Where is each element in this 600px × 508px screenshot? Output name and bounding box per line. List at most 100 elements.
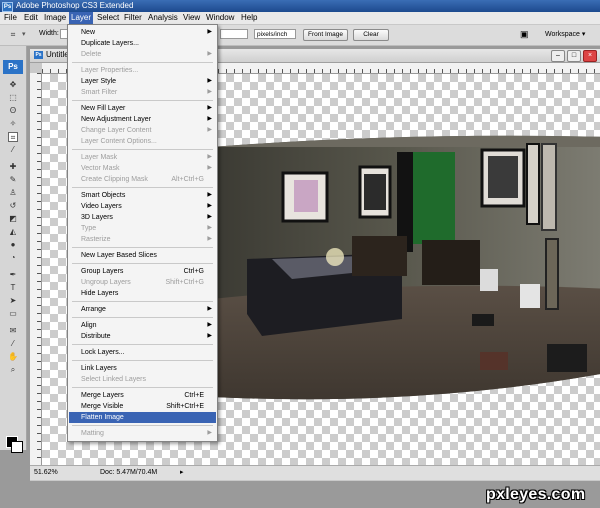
menu-filter[interactable]: Filter [122, 12, 144, 24]
lasso-tool-icon[interactable]: ʘ [8, 106, 18, 116]
submenu-arrow-icon: ▶ [207, 51, 212, 57]
menu-item-label: Hide Layers [81, 290, 119, 297]
brush-tool-icon[interactable]: ✎ [8, 175, 18, 185]
menu-item-3d-layers[interactable]: 3D Layers ▶ [69, 212, 216, 223]
palette-well-icon[interactable]: ▣ [520, 29, 529, 40]
maximize-icon[interactable]: □ [567, 50, 581, 62]
menu-item-flatten-image[interactable]: Flatten Image [69, 412, 216, 423]
menu-item-new-fill-layer[interactable]: New Fill Layer ▶ [69, 103, 216, 114]
menu-layer[interactable]: Layer [69, 12, 94, 24]
menu-item-layer-properties[interactable]: Layer Properties... [69, 65, 216, 76]
menu-edit[interactable]: Edit [22, 12, 40, 24]
hand-tool-icon[interactable]: ✋ [8, 352, 18, 362]
menu-help[interactable]: Help [239, 12, 259, 24]
magic-wand-tool-icon[interactable]: ✧ [8, 119, 18, 129]
menu-file[interactable]: File [2, 12, 19, 24]
menu-item-layer-mask[interactable]: Layer Mask ▶ [69, 152, 216, 163]
type-tool-icon[interactable]: T [8, 283, 18, 293]
shape-tool-icon[interactable]: ▭ [8, 309, 18, 319]
menu-item-type[interactable]: Type ▶ [69, 223, 216, 234]
tool-preset-chevron-icon[interactable]: ▾ [22, 30, 26, 38]
menu-item-arrange[interactable]: Arrange ▶ [69, 304, 216, 315]
menu-separator [72, 360, 213, 361]
menu-item-duplicate-layers[interactable]: Duplicate Layers... [69, 38, 216, 49]
menu-item-shortcut: Ctrl+G [183, 268, 204, 275]
notes-tool-icon[interactable]: ✉ [8, 326, 18, 336]
doc-size: Doc: 5.47M/70.4M [100, 469, 158, 476]
toolbox: Ps ✥ ⬚ ʘ ✧ ⌗ ⁄ ✚ ✎ ♙ ↺ ◩ ◭ ● ◔ ✒ T ➤ ▭ ✉… [0, 46, 27, 453]
menu-item-merge-layers[interactable]: Merge Layers Ctrl+E [69, 390, 216, 401]
menu-item-distribute[interactable]: Distribute ▶ [69, 331, 216, 342]
menu-item-rasterize[interactable]: Rasterize ▶ [69, 234, 216, 245]
menu-separator [72, 344, 213, 345]
menu-item-label: Rasterize [81, 236, 111, 243]
status-menu-arrow-icon[interactable]: ▸ [180, 466, 184, 480]
healing-brush-tool-icon[interactable]: ✚ [8, 162, 18, 172]
minimize-icon[interactable]: – [551, 50, 565, 62]
menu-item-new-layer-based-slices[interactable]: New Layer Based Slices [69, 250, 216, 261]
menu-item-delete[interactable]: Delete ▶ [69, 49, 216, 60]
clone-stamp-tool-icon[interactable]: ♙ [8, 188, 18, 198]
eyedropper-tool-icon[interactable]: ⁄ [8, 145, 18, 155]
menu-item-ungroup-layers[interactable]: Ungroup Layers Shift+Ctrl+G [69, 277, 216, 288]
blur-tool-icon[interactable]: ● [8, 240, 18, 250]
zoom-level[interactable]: 51.62% [34, 466, 58, 480]
marquee-tool-icon[interactable]: ⬚ [8, 93, 18, 103]
eraser-tool-icon[interactable]: ◩ [8, 214, 18, 224]
pen-tool-icon[interactable]: ✒ [8, 270, 18, 280]
workspace-menu[interactable]: Workspace ▾ [545, 30, 585, 38]
crop-tool-icon[interactable]: ⌗ [8, 30, 18, 40]
background-color-swatch[interactable] [11, 441, 23, 453]
app-title: Adobe Photoshop CS3 Extended [16, 1, 134, 10]
menu-item-lock-layers[interactable]: Lock Layers... [69, 347, 216, 358]
menu-image[interactable]: Image [42, 12, 68, 24]
menu-view[interactable]: View [181, 12, 202, 24]
menu-item-create-clipping-mask[interactable]: Create Clipping Mask Alt+Ctrl+G [69, 174, 216, 185]
menu-select[interactable]: Select [95, 12, 121, 24]
menu-item-group-layers[interactable]: Group Layers Ctrl+G [69, 266, 216, 277]
menu-item-merge-visible[interactable]: Merge Visible Shift+Ctrl+E [69, 401, 216, 412]
menu-item-link-layers[interactable]: Link Layers [69, 363, 216, 374]
menu-item-new[interactable]: New ▶ [69, 27, 216, 38]
menu-item-new-adjustment-layer[interactable]: New Adjustment Layer ▶ [69, 114, 216, 125]
crop-tool-button-icon[interactable]: ⌗ [8, 132, 18, 142]
menu-separator [72, 263, 213, 264]
menu-separator [72, 425, 213, 426]
menu-item-label: Lock Layers... [81, 349, 125, 356]
menu-analysis[interactable]: Analysis [146, 12, 180, 24]
eyedropper-sample-tool-icon[interactable]: ⁄ [8, 339, 18, 349]
submenu-arrow-icon: ▶ [207, 236, 212, 242]
submenu-arrow-icon: ▶ [207, 214, 212, 220]
move-tool-icon[interactable]: ✥ [8, 80, 18, 90]
menu-item-hide-layers[interactable]: Hide Layers [69, 288, 216, 299]
menu-item-smart-filter[interactable]: Smart Filter ▶ [69, 87, 216, 98]
menu-separator [72, 187, 213, 188]
close-icon[interactable]: × [583, 50, 597, 62]
zoom-tool-icon[interactable]: ⌕ [8, 365, 18, 375]
menu-item-matting[interactable]: Matting ▶ [69, 428, 216, 439]
submenu-arrow-icon: ▶ [207, 89, 212, 95]
menu-item-label: Type [81, 225, 97, 232]
front-image-button[interactable]: Front Image [303, 29, 348, 41]
menu-item-label: Layer Style [81, 78, 117, 85]
paint-bucket-tool-icon[interactable]: ◭ [8, 227, 18, 237]
dodge-tool-icon[interactable]: ◔ [8, 253, 18, 263]
menu-item-select-linked-layers[interactable]: Select Linked Layers [69, 374, 216, 385]
menu-item-smart-objects[interactable]: Smart Objects ▶ [69, 190, 216, 201]
clear-button[interactable]: Clear [353, 29, 389, 41]
menu-item-layer-content-options[interactable]: Layer Content Options... [69, 136, 216, 147]
menu-item-layer-style[interactable]: Layer Style ▶ [69, 76, 216, 87]
menu-item-align[interactable]: Align ▶ [69, 320, 216, 331]
menu-item-video-layers[interactable]: Video Layers ▶ [69, 201, 216, 212]
menu-item-vector-mask[interactable]: Vector Mask ▶ [69, 163, 216, 174]
resolution-field[interactable] [220, 29, 248, 39]
menu-window[interactable]: Window [204, 12, 236, 24]
menu-item-shortcut: Shift+Ctrl+E [166, 403, 204, 410]
submenu-arrow-icon: ▶ [207, 192, 212, 198]
path-selection-tool-icon[interactable]: ➤ [8, 296, 18, 306]
history-brush-tool-icon[interactable]: ↺ [8, 201, 18, 211]
menu-item-change-layer-content[interactable]: Change Layer Content ▶ [69, 125, 216, 136]
resolution-unit-select[interactable]: pixels/inch [254, 29, 296, 39]
menu-item-label: Arrange [81, 306, 106, 313]
vertical-ruler[interactable] [30, 73, 42, 465]
